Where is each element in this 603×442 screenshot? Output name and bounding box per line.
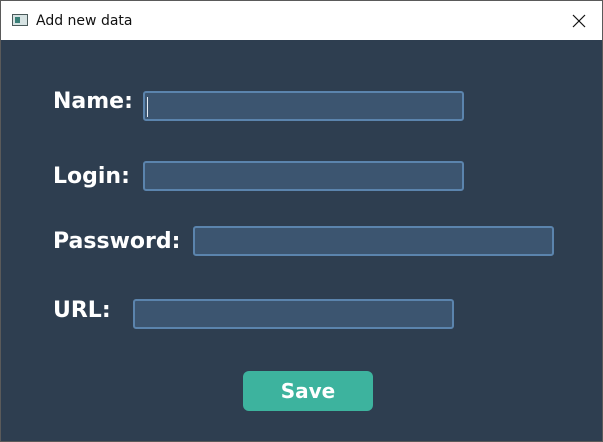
save-button[interactable]: Save xyxy=(243,371,373,411)
close-button[interactable] xyxy=(556,1,602,40)
name-label: Name: xyxy=(53,89,133,114)
password-label: Password: xyxy=(53,229,181,254)
close-icon xyxy=(572,14,586,27)
url-label: URL: xyxy=(53,298,111,323)
url-input[interactable] xyxy=(133,299,454,329)
add-data-window: Add new data Name: Login: Password: URL:… xyxy=(0,0,603,442)
window-app-icon xyxy=(12,14,28,26)
window-title: Add new data xyxy=(36,13,133,29)
text-caret xyxy=(147,97,148,117)
login-label: Login: xyxy=(53,164,130,189)
title-bar[interactable]: Add new data xyxy=(1,1,602,40)
login-input[interactable] xyxy=(143,161,464,191)
password-input[interactable] xyxy=(193,226,554,256)
name-input[interactable] xyxy=(143,91,464,121)
